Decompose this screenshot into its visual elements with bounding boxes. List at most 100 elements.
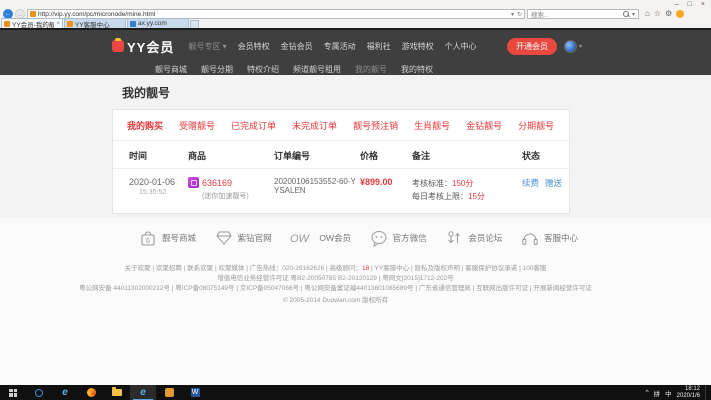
show-desktop-button[interactable] [705, 385, 708, 400]
col-time: 时间 [129, 149, 188, 162]
taskbar-edge[interactable]: e [52, 385, 78, 400]
feature-ow-member[interactable]: OW OW会员 [289, 228, 351, 248]
open-vip-button[interactable]: 开通会员 [507, 38, 557, 55]
order-price: ¥899.00 [360, 177, 412, 203]
avatar-dropdown-icon[interactable]: ▾ [579, 43, 582, 50]
feature-links: 6 靓号商城 紫钻官网 OW OW会员 [138, 228, 578, 248]
nav-item-game-privilege[interactable]: 游戏特权 [402, 41, 434, 52]
feature-service-center[interactable]: 客服中心 [520, 228, 578, 248]
feature-official-wechat[interactable]: 官方微信 [369, 228, 427, 248]
tab-title: YY客服中心 [75, 19, 123, 29]
subnav-my-privileges[interactable]: 我的特权 [401, 64, 433, 75]
col-order-no: 订单编号 [274, 149, 360, 162]
window-titlebar: – □ × [0, 0, 711, 8]
subnav-number-mall[interactable]: 靓号商城 [155, 64, 187, 75]
product-description: (迷你加速靓号) [202, 191, 274, 201]
ow-logo-icon: OW [289, 228, 315, 248]
taskbar-word[interactable]: W [182, 385, 208, 400]
site-logo[interactable]: YY会员 [127, 37, 174, 56]
user-avatar[interactable] [564, 40, 577, 53]
renew-link[interactable]: 续费 [522, 177, 539, 203]
close-button[interactable]: × [701, 1, 705, 8]
taskbar-firefox[interactable] [78, 385, 104, 400]
order-remark: 考核标准：150分 每日考核上限：15分 [412, 177, 522, 203]
tab-installment-numbers[interactable]: 分期靓号 [518, 119, 554, 132]
ime-cn-indicator[interactable]: 中 [665, 388, 672, 398]
tab-close-icon[interactable]: × [56, 21, 60, 27]
browser-tab-current[interactable]: YY会员-我的靓号 × [1, 18, 63, 28]
start-button[interactable] [0, 385, 26, 400]
nav-item-member-privilege[interactable]: 会员特权 [238, 41, 270, 52]
url-text[interactable]: http://vip.yy.com/pc/micronode/mine.html [38, 11, 509, 18]
tab-completed-orders[interactable]: 已完成订单 [231, 119, 276, 132]
col-status: 状态 [522, 149, 569, 162]
search-placeholder: 搜索.. [531, 9, 548, 19]
tray-expand-icon[interactable]: ^ [646, 389, 649, 396]
tab-pre-cancel-numbers[interactable]: 靓号预注销 [353, 119, 398, 132]
feature-label: 紫钻官网 [238, 232, 272, 244]
tab-my-purchases[interactable]: 我的购买 [127, 119, 163, 132]
taskbar-explorer[interactable] [104, 385, 130, 400]
subnav-installment[interactable]: 靓号分期 [201, 64, 233, 75]
clock-date: 2020/1/6 [677, 393, 700, 400]
tab-gold-numbers[interactable]: 金钻靓号 [466, 119, 502, 132]
footer-line-2: 增值电信业务经营许可证 粤B2-20050785 B2-20120129 | 粤… [0, 274, 691, 284]
favorites-icon[interactable]: ☆ [654, 9, 661, 19]
feedback-smiley-icon[interactable] [676, 10, 684, 18]
taskbar-ie-active[interactable]: e [130, 385, 156, 400]
minimize-button[interactable]: – [675, 1, 679, 8]
feature-number-mall[interactable]: 6 靓号商城 [138, 228, 196, 248]
browser-tab-axyy[interactable]: ax.yy.com [127, 18, 189, 28]
screen: – □ × ← → http://vip.yy.com/pc/micronode… [0, 0, 711, 400]
taskbar-clock[interactable]: 18:12 2020/1/6 [677, 386, 700, 399]
feature-member-forum[interactable]: 会员论坛 [444, 228, 502, 248]
subnav-channel-rental[interactable]: 频道靓号租用 [293, 64, 341, 75]
headset-icon [520, 228, 540, 248]
tab-zodiac-numbers[interactable]: 生肖靓号 [414, 119, 450, 132]
product-id-link[interactable]: 636169 [202, 178, 232, 188]
settings-gear-icon[interactable]: ⚙ [665, 9, 672, 19]
nav-item-personal-center[interactable]: 个人中心 [445, 41, 477, 52]
home-icon[interactable]: ⌂ [645, 9, 650, 19]
gift-link[interactable]: 赠送 [545, 177, 562, 203]
orders-card: 我的购买 受赠靓号 已完成订单 未完成订单 靓号预注销 生肖靓号 金钻靓号 分期… [112, 109, 570, 214]
url-dropdown-icon[interactable]: ▾ [511, 11, 514, 18]
nav-item-liangao-zone[interactable]: 靓号专区 ▾ [188, 41, 226, 52]
main-nav: 靓号专区 ▾ 会员特权 金钻会员 专属活动 福利社 游戏特权 个人中心 [188, 41, 507, 52]
feature-label: 靓号商城 [162, 232, 196, 244]
maximize-button[interactable]: □ [688, 1, 692, 8]
site-favicon-icon [30, 11, 36, 17]
table-row: 2020-01-06 15:35:52 636169 (迷你加速靓号) 2020… [113, 169, 569, 213]
subnav-my-numbers[interactable]: 我的靓号 [355, 64, 387, 75]
taskbar-cortana[interactable] [26, 385, 52, 400]
browser-tab-strip: YY会员-我的靓号 × YY客服中心 ax.yy.com [0, 20, 711, 30]
nav-item-welfare[interactable]: 福利社 [367, 41, 391, 52]
remark-standard-value: 150分 [452, 179, 473, 188]
subnav-privilege-intro[interactable]: 特权介绍 [247, 64, 279, 75]
edge-icon: e [62, 388, 68, 398]
remark-standard-label: 考核标准： [412, 179, 452, 188]
tab-gifted-numbers[interactable]: 受赠靓号 [179, 119, 215, 132]
nav-item-activities[interactable]: 专属活动 [324, 41, 356, 52]
ime-pinyin-indicator[interactable]: 拼 [654, 388, 661, 398]
feature-label: 客服中心 [544, 232, 578, 244]
wechat-icon [369, 228, 389, 248]
refresh-icon[interactable]: ↻ [517, 11, 522, 18]
site-footer-text: 关于欢聚 | 欢聚招聘 | 联系欢聚 | 欢聚媒体 | 广告热线：020-291… [0, 264, 691, 306]
tab-incomplete-orders[interactable]: 未完成订单 [292, 119, 337, 132]
new-tab-button[interactable] [190, 20, 199, 28]
search-icon[interactable] [623, 11, 630, 18]
search-dropdown-icon[interactable]: ▾ [632, 11, 635, 18]
browser-tab-support[interactable]: YY客服中心 [64, 18, 126, 28]
forum-icon [444, 228, 464, 248]
feature-purple-diamond[interactable]: 紫钻官网 [214, 228, 272, 248]
order-actions: 续费 赠送 [522, 177, 569, 203]
search-box[interactable]: 搜索.. ▾ [527, 9, 639, 19]
feature-label: 官方微信 [393, 232, 427, 244]
copyright: © 2005-2014 Duowan.com 版权所有 [0, 296, 691, 306]
system-tray: ^ 拼 中 18:12 2020/1/6 [646, 385, 711, 400]
nav-item-gold-diamond[interactable]: 金钻会员 [281, 41, 313, 52]
content-section: 我的靓号 我的购买 受赠靓号 已完成订单 未完成订单 靓号预注销 生肖靓号 金钻… [0, 75, 711, 218]
remark-daily-value: 15分 [468, 192, 485, 201]
taskbar-app[interactable] [156, 385, 182, 400]
